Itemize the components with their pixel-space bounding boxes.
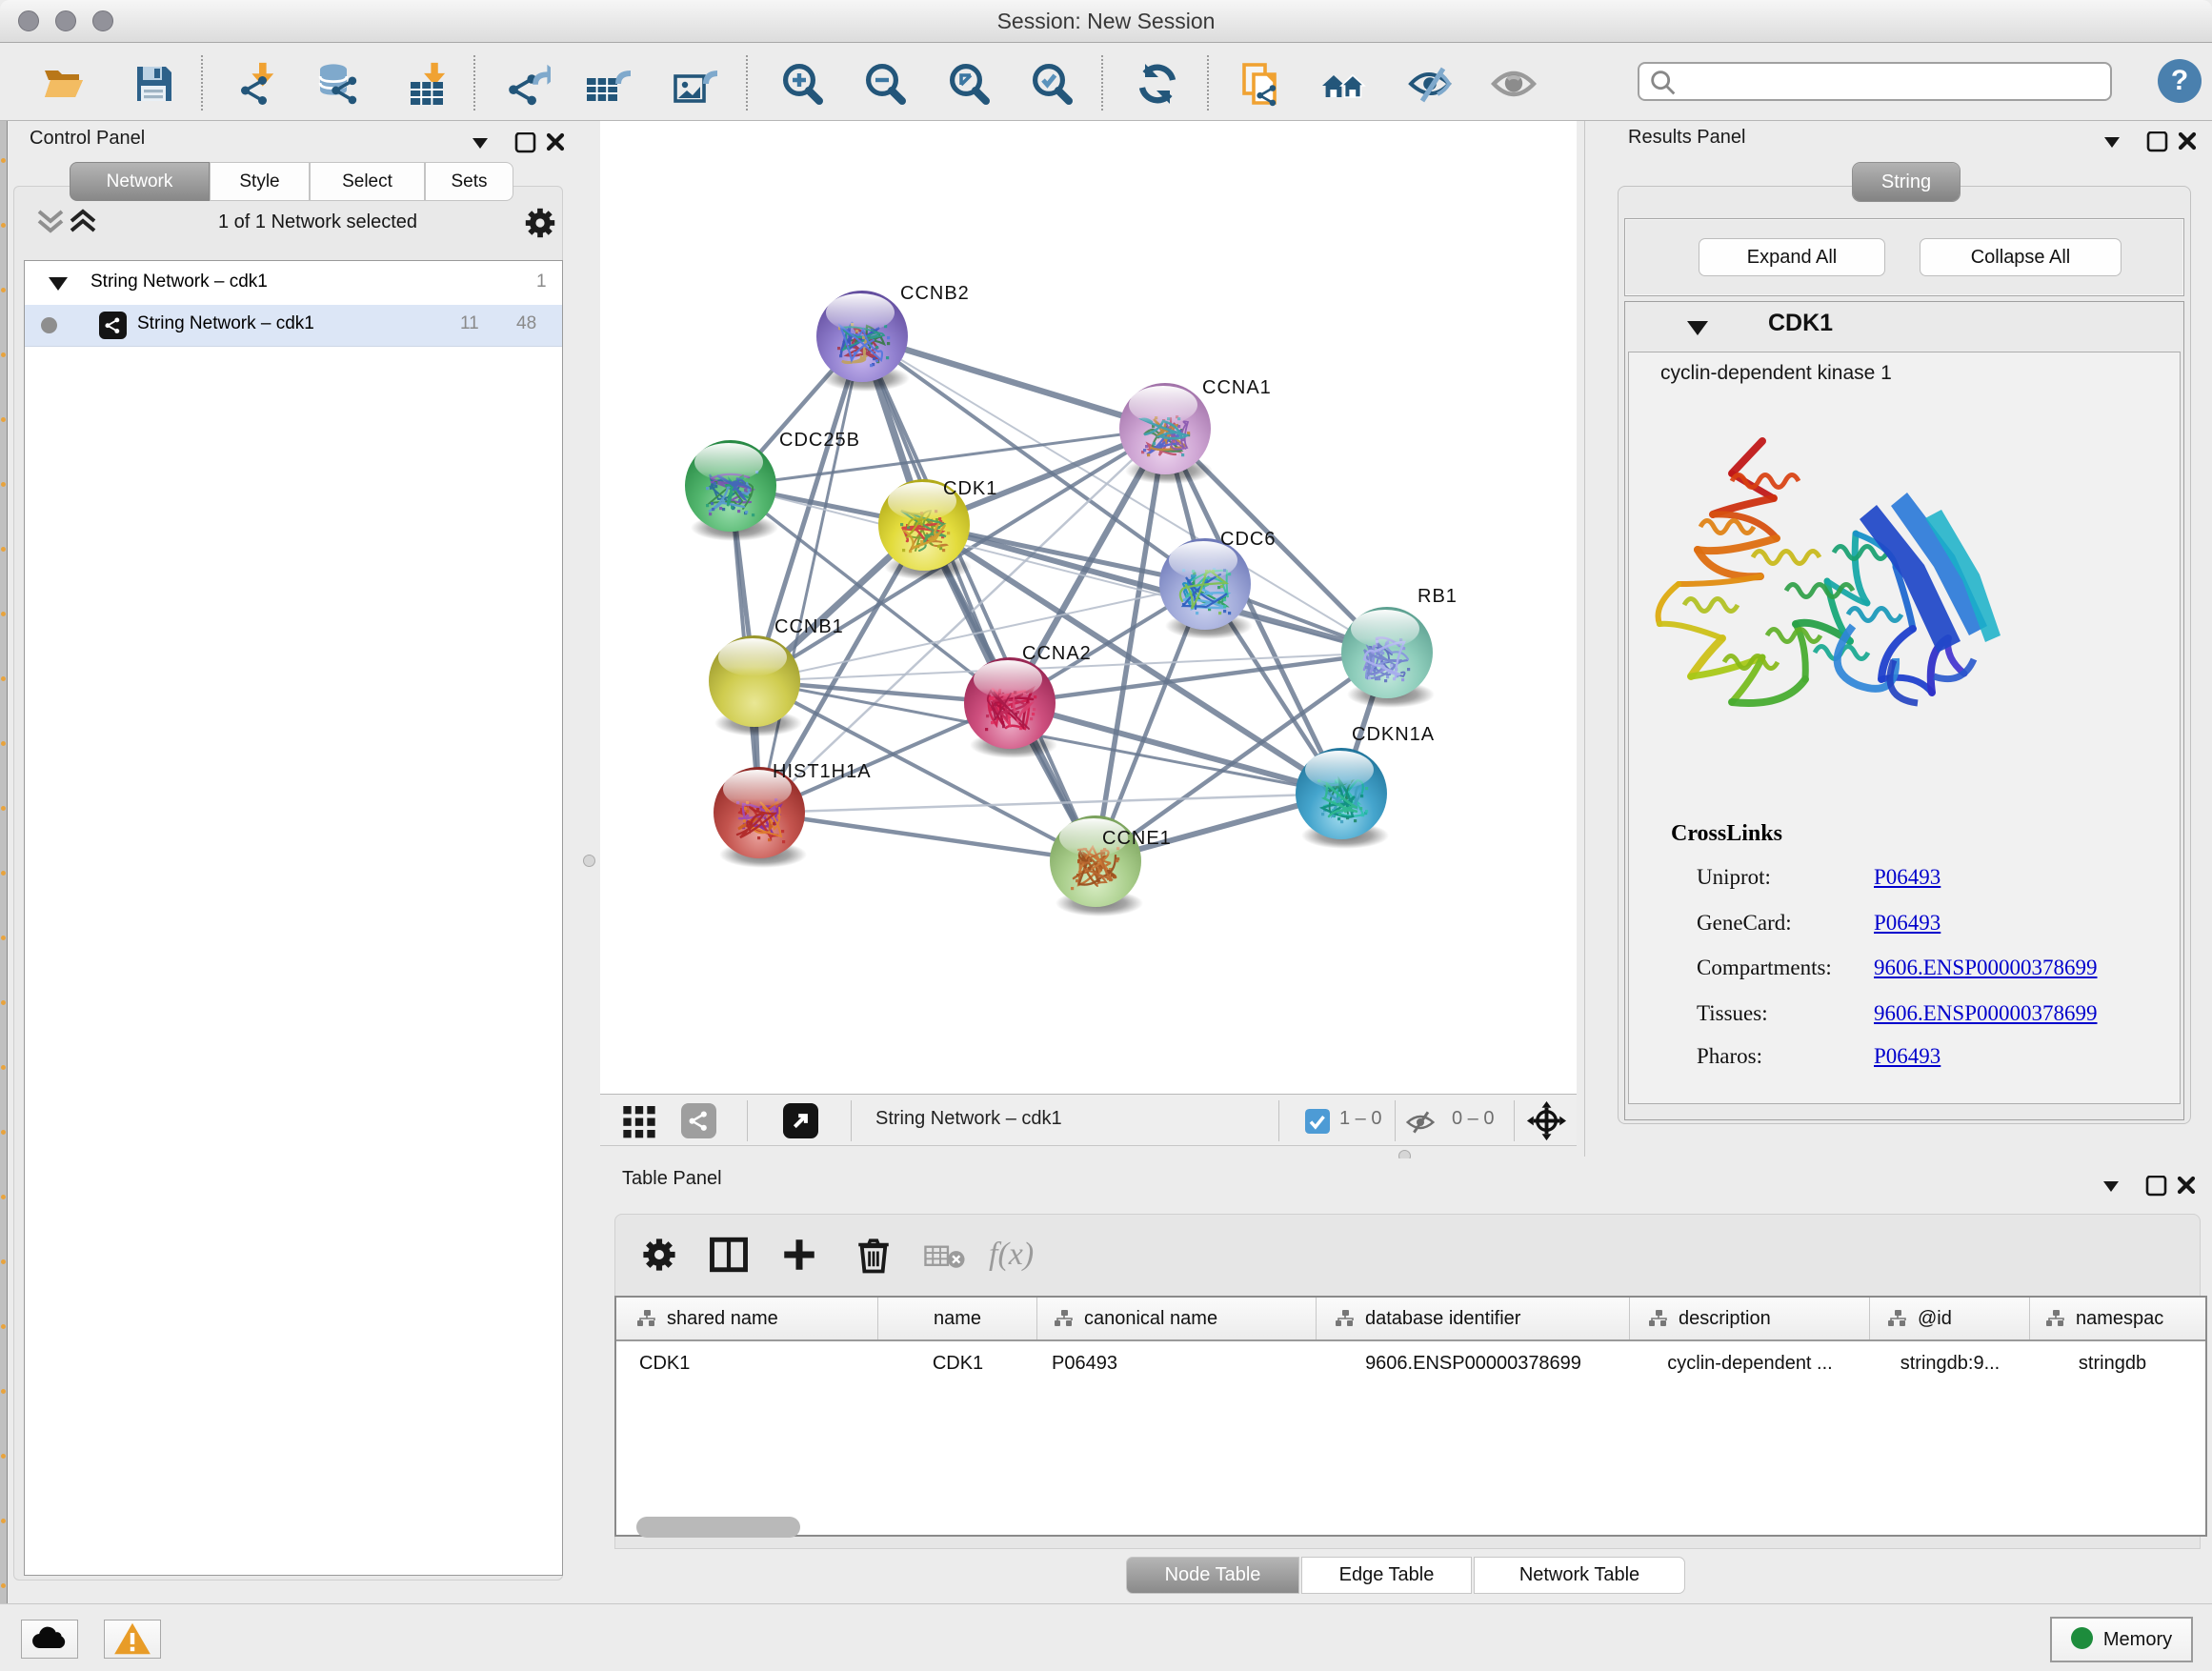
svg-text:CDC6: CDC6 — [1220, 529, 1276, 550]
svg-text:CDK1: CDK1 — [943, 478, 997, 499]
svg-text:CCNB1: CCNB1 — [774, 616, 844, 637]
svg-text:CCNB2: CCNB2 — [900, 283, 970, 304]
svg-text:CDKN1A: CDKN1A — [1352, 724, 1435, 745]
svg-text:CDC25B: CDC25B — [779, 430, 860, 451]
svg-text:RB1: RB1 — [1418, 586, 1458, 607]
svg-text:CCNE1: CCNE1 — [1102, 828, 1172, 849]
svg-text:CCNA1: CCNA1 — [1202, 377, 1272, 398]
svg-text:CCNA2: CCNA2 — [1022, 643, 1092, 664]
svg-text:HIST1H1A: HIST1H1A — [773, 761, 872, 782]
